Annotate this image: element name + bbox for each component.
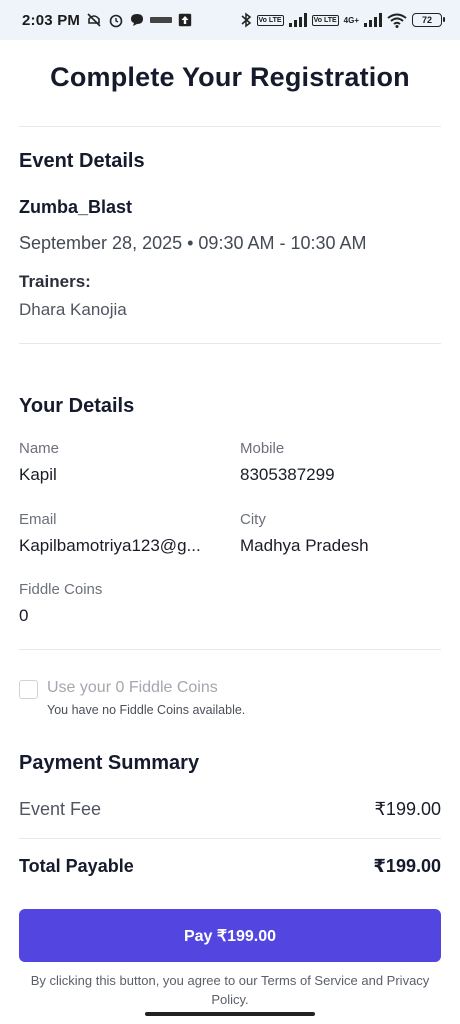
- trainers-value: Dhara Kanojia: [19, 300, 127, 319]
- event-fee-label: Event Fee: [19, 799, 102, 819]
- page-title: Complete Your Registration: [50, 62, 410, 92]
- details-divider: [19, 649, 441, 650]
- mobile-label: Mobile: [240, 440, 285, 457]
- email-value: Kapilbamotriya123@g...: [19, 536, 201, 555]
- volte-tag-2: Vo LTE: [311, 14, 339, 26]
- fiddle-coins-label: Fiddle Coins: [19, 581, 103, 598]
- fiddle-coins-value: 0: [19, 606, 29, 625]
- city-value: Madhya Pradesh: [240, 536, 369, 555]
- email-label: Email: [19, 511, 57, 528]
- summary-divider: [19, 838, 441, 839]
- volte-tag: Vo LTE: [256, 14, 284, 26]
- event-name: Zumba_Blast: [19, 197, 133, 217]
- city-label: City: [240, 511, 266, 528]
- trainers-label: Trainers:: [19, 272, 91, 291]
- payment-summary-heading: Payment Summary: [19, 752, 200, 774]
- chat-icon: [130, 13, 144, 27]
- event-datetime: September 28, 2025 • 09:30 AM - 10:30 AM: [19, 233, 367, 253]
- name-value: Kapil: [19, 465, 57, 484]
- total-payable-label: Total Payable: [19, 856, 134, 876]
- total-payable-value: ₹199.00: [373, 856, 441, 876]
- status-bar: 2:03 PM Vo LTE Vo LTE 4G+ 72: [0, 0, 460, 40]
- mute-icon: [86, 12, 102, 28]
- signal-icon-2: [364, 13, 382, 27]
- coins-note: You have no Fiddle Coins available.: [47, 703, 246, 717]
- terms-notice: By clicking this button, you agree to ou…: [30, 973, 430, 1007]
- app-notification-icon: [150, 15, 173, 25]
- home-indicator[interactable]: [145, 1012, 315, 1016]
- wifi-icon: [387, 13, 407, 28]
- use-coins-checkbox[interactable]: [19, 680, 38, 699]
- event-fee-value: ₹199.00: [374, 799, 441, 819]
- signal-icon: [288, 13, 307, 27]
- status-time: 2:03 PM: [22, 11, 81, 29]
- battery-icon: 72: [412, 13, 445, 27]
- upload-icon: [178, 13, 192, 27]
- title-divider: [19, 126, 441, 127]
- event-details-heading: Event Details: [19, 150, 145, 172]
- pay-button[interactable]: Pay ₹199.00: [19, 909, 441, 962]
- bluetooth-icon: [240, 12, 252, 28]
- use-coins-label[interactable]: Use your 0 Fiddle Coins: [47, 679, 218, 697]
- alarm-icon: [108, 12, 124, 28]
- name-label: Name: [19, 440, 60, 457]
- event-divider: [19, 343, 441, 344]
- network-type: 4G+: [343, 15, 359, 25]
- your-details-heading: Your Details: [19, 395, 135, 417]
- mobile-value: 8305387299: [240, 465, 335, 484]
